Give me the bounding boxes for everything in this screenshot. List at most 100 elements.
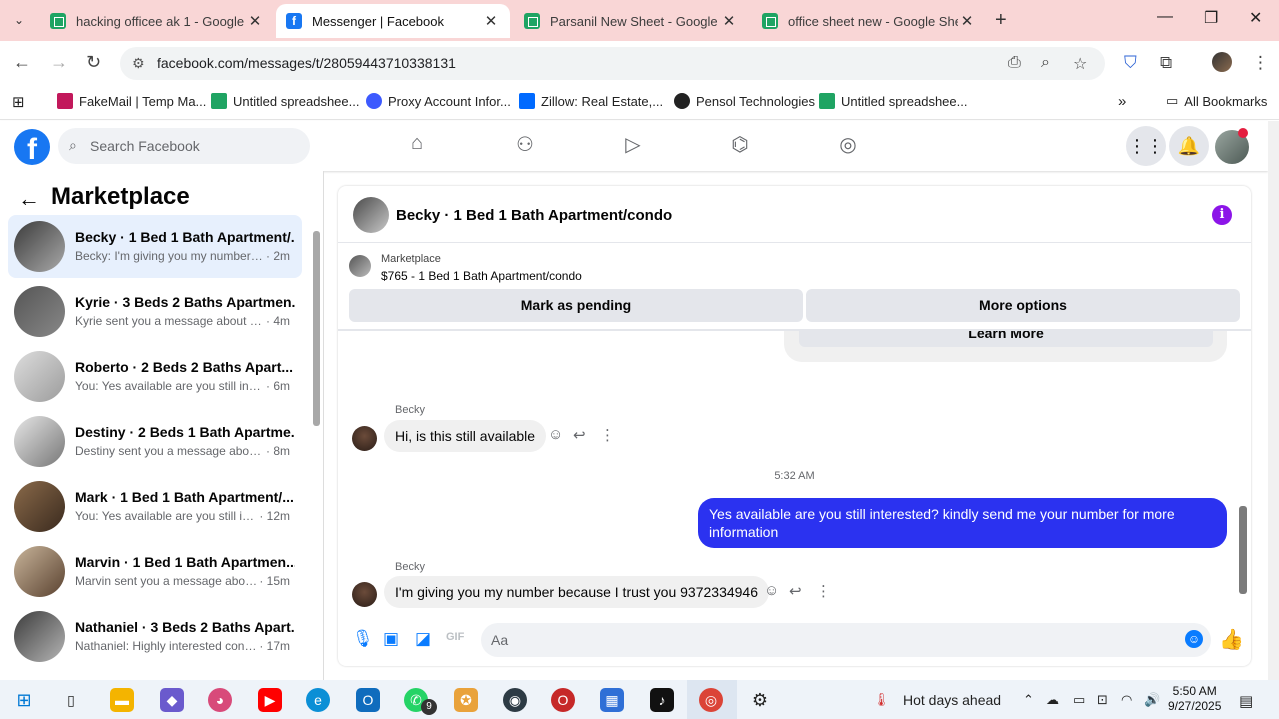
network-icon[interactable]: ⊡ bbox=[1097, 692, 1108, 708]
clock[interactable]: 5:50 AM 9/27/2025 bbox=[1168, 684, 1221, 714]
reply-icon[interactable]: ↩ bbox=[789, 582, 802, 600]
chevron-up-icon[interactable]: ⌃ bbox=[1023, 692, 1034, 708]
close-tab-icon[interactable]: ✕ bbox=[720, 12, 738, 30]
more-actions-icon[interactable]: ⋮ bbox=[600, 426, 615, 444]
bookmark-spreadsheet-2[interactable]: Untitled spreadshee... bbox=[819, 93, 967, 109]
bookmark-zillow[interactable]: Zillow: Real Estate,... bbox=[519, 93, 663, 109]
edge-icon[interactable]: e bbox=[306, 688, 330, 712]
extension-shield-icon[interactable]: ⛉ bbox=[1124, 53, 1137, 73]
youtube-icon[interactable]: ▶ bbox=[258, 688, 282, 712]
react-emoji-icon[interactable]: ☺ bbox=[764, 582, 779, 599]
listing-detail[interactable]: $765 - 1 Bed 1 Bath Apartment/condo bbox=[381, 269, 582, 283]
opera-icon[interactable]: O bbox=[551, 688, 575, 712]
reload-icon[interactable]: ↻ bbox=[86, 52, 101, 73]
close-tab-icon[interactable]: ✕ bbox=[482, 12, 500, 30]
url-text[interactable]: facebook.com/messages/t/2805944371033813… bbox=[157, 55, 456, 71]
conversation-item[interactable]: Destiny · 2 Beds 1 Bath Apartme... Desti… bbox=[8, 410, 302, 473]
app-icon[interactable]: ◕ bbox=[208, 688, 232, 712]
react-emoji-icon[interactable]: ☺ bbox=[548, 426, 563, 443]
listing-thumbnail[interactable] bbox=[349, 255, 371, 277]
gif-icon[interactable]: GIF bbox=[446, 631, 464, 643]
message-input[interactable]: Aa bbox=[481, 623, 1211, 657]
chat-title[interactable]: Becky · 1 Bed 1 Bath Apartment/condo bbox=[396, 207, 672, 224]
wifi-icon[interactable]: ◠ bbox=[1121, 692, 1132, 708]
facebook-logo-icon[interactable]: f bbox=[14, 129, 50, 165]
forward-icon[interactable]: → bbox=[50, 52, 68, 73]
tiktok-icon[interactable]: ♪ bbox=[650, 688, 674, 712]
install-app-icon[interactable]: ⎙ bbox=[1008, 54, 1021, 72]
address-bar[interactable]: ⚙ facebook.com/messages/t/28059443710338… bbox=[120, 47, 1105, 80]
conversation-item[interactable]: Mark · 1 Bed 1 Bath Apartment/... You: Y… bbox=[8, 475, 302, 538]
back-icon[interactable]: ← bbox=[13, 52, 31, 73]
site-info-icon[interactable]: ⚙ bbox=[132, 55, 145, 72]
settings-gear-icon[interactable]: ⚙ bbox=[748, 688, 772, 712]
tab-sheets-2[interactable]: Parsanil New Sheet - Google She ✕ bbox=[514, 4, 748, 38]
restore-icon[interactable]: ❐ bbox=[1204, 8, 1218, 28]
back-arrow-icon[interactable]: ← bbox=[18, 186, 40, 212]
achievement-icon[interactable]: ✪ bbox=[454, 688, 478, 712]
chrome-menu-icon[interactable]: ⋮ bbox=[1252, 53, 1269, 73]
bookmark-proxy[interactable]: Proxy Account Infor... bbox=[366, 93, 511, 109]
app-icon[interactable]: ◉ bbox=[503, 688, 527, 712]
outlook-icon[interactable]: O bbox=[356, 688, 380, 712]
mark-as-pending-button[interactable]: Mark as pending bbox=[349, 289, 803, 322]
marketplace-icon[interactable]: ⌬ bbox=[727, 132, 753, 158]
conversation-item[interactable]: Becky · 1 Bed 1 Bath Apartment/... Becky… bbox=[8, 215, 302, 278]
apps-grid-icon[interactable]: ⊞ bbox=[12, 93, 25, 111]
battery-icon[interactable]: ▭ bbox=[1073, 692, 1085, 708]
microphone-icon[interactable]: 🎙 bbox=[352, 629, 374, 649]
close-tab-icon[interactable]: ✕ bbox=[958, 12, 976, 30]
copilot-icon[interactable]: ◆ bbox=[160, 688, 184, 712]
file-explorer-icon[interactable]: ▬ bbox=[110, 688, 134, 712]
page-scrollbar[interactable] bbox=[1268, 121, 1279, 680]
emoji-icon[interactable]: ☺ bbox=[1185, 630, 1203, 648]
groups-icon[interactable]: ◎ bbox=[835, 132, 861, 158]
sender-avatar[interactable] bbox=[352, 426, 377, 451]
chat-avatar[interactable] bbox=[353, 197, 389, 233]
chrome-icon[interactable]: ◎ bbox=[699, 688, 723, 712]
info-icon[interactable]: i bbox=[1212, 205, 1232, 225]
conversation-item[interactable]: Marvin · 1 Bed 1 Bath Apartmen... Marvin… bbox=[8, 540, 302, 603]
close-tab-icon[interactable]: ✕ bbox=[246, 12, 264, 30]
bookmark-spreadsheet-1[interactable]: Untitled spreadshee... bbox=[211, 93, 359, 109]
tab-sheets-1[interactable]: hacking officee ak 1 - Google Sh ✕ bbox=[40, 4, 274, 38]
start-windows-icon[interactable]: ⊞ bbox=[12, 688, 36, 712]
more-bookmarks-icon[interactable]: » bbox=[1118, 93, 1126, 110]
home-icon[interactable]: ⌂ bbox=[404, 132, 430, 158]
learn-more-button[interactable]: Learn More bbox=[799, 331, 1213, 347]
tab-sheets-3[interactable]: office sheet new - Google Shee ✕ bbox=[752, 4, 986, 38]
conversation-item[interactable]: Roberto · 2 Beds 2 Baths Apart... You: Y… bbox=[8, 345, 302, 408]
conversation-item[interactable]: Nathaniel · 3 Beds 2 Baths Apart... Nath… bbox=[8, 605, 302, 668]
notification-center-icon[interactable]: ▤ bbox=[1239, 692, 1253, 710]
search-facebook-input[interactable]: ⌕ Search Facebook bbox=[58, 128, 310, 164]
tab-search-icon[interactable]: ⌄ bbox=[8, 10, 30, 30]
weather-text[interactable]: Hot days ahead bbox=[903, 692, 1001, 708]
photo-icon[interactable]: ▣ bbox=[383, 629, 399, 649]
video-icon[interactable]: ▷ bbox=[620, 132, 646, 158]
tab-messenger[interactable]: f Messenger | Facebook ✕ bbox=[276, 4, 510, 38]
thumbs-up-icon[interactable]: 👍 bbox=[1219, 627, 1244, 652]
close-window-icon[interactable]: ✕ bbox=[1249, 8, 1262, 28]
new-tab-icon[interactable]: + bbox=[995, 9, 1007, 32]
cloud-icon[interactable]: ☁ bbox=[1046, 692, 1059, 708]
more-actions-icon[interactable]: ⋮ bbox=[816, 582, 831, 600]
chat-scroll-thumb[interactable] bbox=[1239, 506, 1247, 594]
zoom-icon[interactable]: ⌕ bbox=[1041, 54, 1050, 72]
sender-avatar[interactable] bbox=[352, 582, 377, 607]
extensions-icon[interactable]: ⧉ bbox=[1160, 53, 1172, 73]
task-view-icon[interactable]: ▯ bbox=[59, 688, 83, 712]
store-icon[interactable]: ▦ bbox=[600, 688, 624, 712]
all-bookmarks[interactable]: ▭ All Bookmarks bbox=[1166, 93, 1267, 109]
minimize-icon[interactable]: — bbox=[1157, 8, 1173, 26]
bookmark-fakemail[interactable]: FakeMail | Temp Ma... bbox=[57, 93, 206, 109]
menu-grid-icon[interactable]: ⋮⋮ bbox=[1126, 126, 1166, 166]
conversation-item[interactable]: Kyrie · 3 Beds 2 Baths Apartmen... Kyrie… bbox=[8, 280, 302, 343]
friends-icon[interactable]: ⚇ bbox=[512, 132, 538, 158]
reply-icon[interactable]: ↩ bbox=[573, 426, 586, 444]
notifications-bell-icon[interactable]: 🔔 bbox=[1169, 126, 1209, 166]
sticker-icon[interactable]: ◪ bbox=[415, 629, 431, 649]
bookmark-pensol[interactable]: Pensol Technologies bbox=[674, 93, 815, 109]
chrome-profile-avatar[interactable] bbox=[1212, 52, 1232, 72]
bookmark-star-icon[interactable]: ☆ bbox=[1073, 54, 1087, 74]
volume-icon[interactable]: 🔊 bbox=[1144, 692, 1160, 708]
